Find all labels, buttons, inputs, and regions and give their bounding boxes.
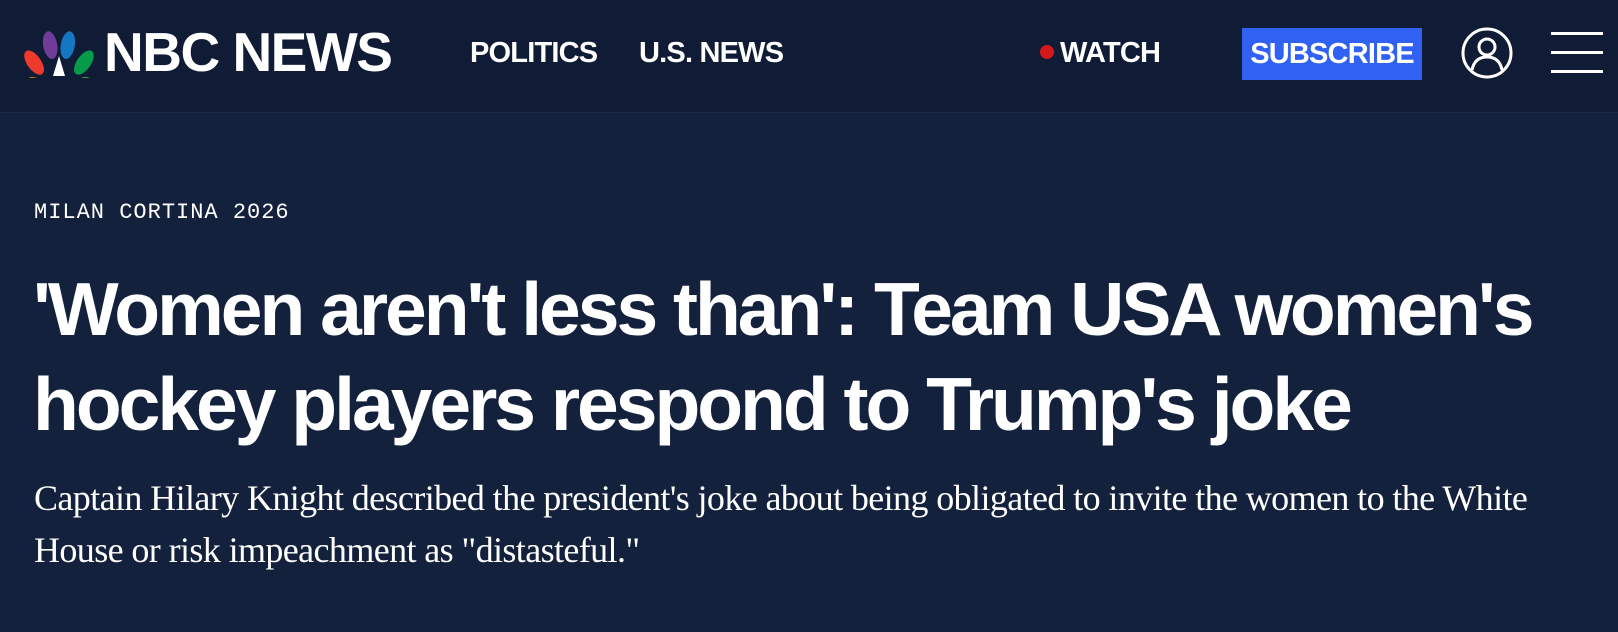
watch-label: WATCH	[1060, 37, 1161, 69]
logo-wordmark: NBC NEWS	[104, 20, 393, 83]
nbc-peacock-icon	[24, 31, 94, 78]
nav-link-us-news[interactable]: U.S. NEWS	[639, 36, 784, 71]
subscribe-button[interactable]: SUBSCRIBE	[1242, 28, 1422, 80]
hamburger-menu-icon[interactable]	[1551, 30, 1603, 76]
article-dek: Captain Hilary Knight described the pres…	[34, 478, 1528, 570]
article-headline: 'Women aren't less than': Team USA women…	[33, 267, 1534, 446]
nbc-news-logo-link[interactable]: NBC NEWS	[24, 20, 393, 83]
article-eyebrow[interactable]: MILAN CORTINA 2026	[34, 200, 290, 225]
live-dot-icon	[1040, 45, 1054, 60]
nav-link-politics[interactable]: POLITICS	[470, 36, 598, 71]
site-header: NBC NEWS POLITICS U.S. NEWS WATCH SUBSCR…	[0, 0, 1618, 113]
user-account-icon[interactable]	[1460, 26, 1514, 80]
watch-link[interactable]: WATCH	[1040, 36, 1161, 71]
